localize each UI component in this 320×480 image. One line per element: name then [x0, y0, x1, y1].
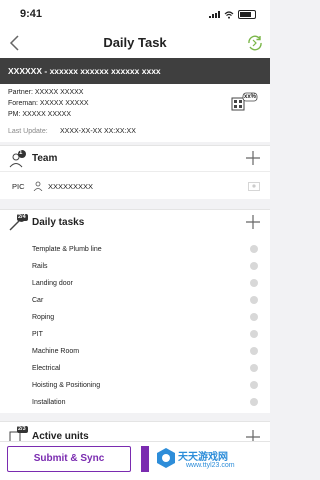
wifi-icon	[224, 10, 234, 19]
task-item[interactable]: Hoisting & Positioning	[32, 377, 258, 394]
status-icons	[209, 10, 256, 19]
active-units-count: 2/3	[18, 426, 26, 432]
daily-tasks-count: 2/4	[18, 214, 26, 220]
add-team-button[interactable]	[246, 151, 260, 165]
task-item[interactable]: Machine Room	[32, 343, 258, 360]
task-label: Rails	[32, 263, 48, 270]
team-title: Team	[32, 153, 58, 164]
task-status-icon	[250, 364, 258, 372]
active-units-section-header[interactable]: 2/3 Active units	[0, 421, 270, 442]
pm-text: PM: XXXXX XXXXX	[8, 111, 72, 118]
team-section-header[interactable]: 1 Team	[0, 145, 270, 172]
task-item[interactable]: Roping	[32, 309, 258, 326]
task-label: Hoisting & Positioning	[32, 382, 101, 389]
daily-tasks-section-header[interactable]: 2/4 Daily tasks	[0, 209, 270, 236]
progress-badge: xx%	[230, 90, 258, 112]
team-icon	[9, 150, 26, 168]
task-status-icon	[250, 347, 258, 355]
id-card-icon[interactable]	[248, 181, 260, 191]
person-icon	[33, 181, 43, 191]
battery-icon	[238, 10, 256, 19]
last-update-value: XXXX-XX-XX XX:XX:XX	[60, 128, 136, 135]
foreman-text: Foreman: XXXXX XXXXX	[8, 100, 89, 107]
status-bar: 9:41	[0, 0, 270, 28]
task-item[interactable]: Landing door	[32, 275, 258, 292]
last-update-label: Last Update:	[8, 128, 48, 135]
daily-tasks-title: Daily tasks	[32, 217, 85, 228]
task-status-icon	[250, 245, 258, 253]
task-item[interactable]: Rails	[32, 258, 258, 275]
pic-label: PIC	[12, 182, 25, 191]
task-status-icon	[250, 296, 258, 304]
section-gap	[0, 413, 270, 421]
task-status-icon	[250, 262, 258, 270]
pic-name: XXXXXXXXX	[48, 182, 94, 191]
task-label: Roping	[32, 314, 55, 321]
sync-icon[interactable]	[246, 34, 264, 52]
task-item[interactable]: Car	[32, 292, 258, 309]
page-title: Daily Task	[103, 35, 167, 50]
section-gap	[0, 199, 270, 209]
task-label: Installation	[32, 399, 66, 406]
task-label: Template & Plumb line	[32, 246, 102, 253]
team-count: 1	[19, 150, 23, 156]
signal-icon	[209, 11, 220, 18]
task-status-icon	[250, 279, 258, 287]
task-status-icon	[250, 330, 258, 338]
progress-badge-text: xx%	[244, 93, 257, 100]
task-label: PIT	[32, 331, 43, 338]
task-status-icon	[250, 313, 258, 321]
add-task-button[interactable]	[246, 215, 260, 229]
task-item[interactable]: Electrical	[32, 360, 258, 377]
task-status-icon	[250, 398, 258, 406]
task-item[interactable]: Installation	[32, 394, 258, 411]
submit-sync-button[interactable]: Submit & Sync	[7, 446, 131, 472]
nav-bar: Daily Task	[0, 28, 270, 58]
project-info: Partner: XXXXX XXXXX Foreman: XXXXX XXXX…	[0, 84, 270, 142]
task-label: Landing door	[32, 280, 73, 287]
watermark-logo-icon	[157, 448, 175, 468]
task-label: Car	[32, 297, 44, 304]
daily-tasks-list: Template & Plumb line Rails Landing door…	[0, 235, 270, 413]
task-item[interactable]: PIT	[32, 326, 258, 343]
task-label: Machine Room	[32, 348, 80, 355]
bottom-bar: Submit & Sync 天天游戏网 www.ttyl23.com	[0, 441, 270, 480]
status-time: 9:41	[20, 8, 43, 20]
pic-row[interactable]: PIC XXXXXXXXX	[0, 171, 270, 200]
task-status-icon	[250, 381, 258, 389]
partner-text: Partner: XXXXX XXXXX	[8, 89, 84, 96]
task-label: Electrical	[32, 365, 61, 372]
watermark-url: www.ttyl23.com	[186, 462, 235, 469]
watermark-text: 天天游戏网	[178, 452, 228, 463]
project-bar: XXXXXX - xxxxxx xxxxxx xxxxxx xxxx	[0, 58, 270, 84]
task-item[interactable]: Template & Plumb line	[32, 241, 258, 258]
accent-block	[141, 446, 149, 472]
